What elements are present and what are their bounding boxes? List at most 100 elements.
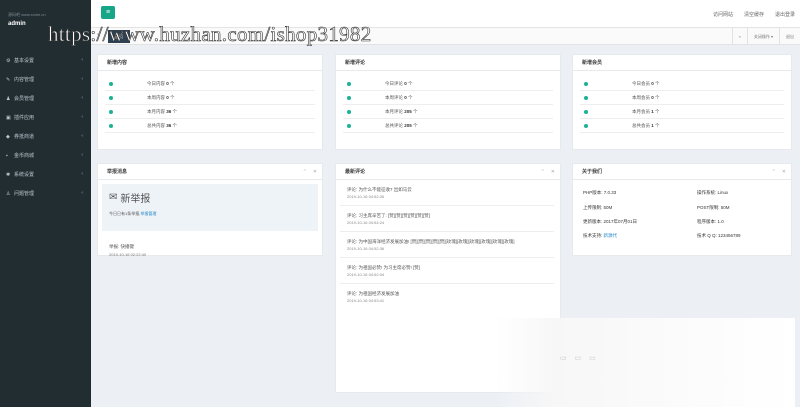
stat-label: 本月会员 bbox=[632, 108, 650, 114]
info-label: 技术支持: bbox=[583, 233, 603, 238]
info-label: 程序版本: bbox=[697, 219, 717, 224]
visit-site-link[interactable]: 访问网站 bbox=[713, 11, 733, 18]
stat-text: 今日评论 0 个 bbox=[385, 81, 413, 87]
report-item[interactable]: 举报: 快播键 2019-10-16 02:22:40 bbox=[98, 231, 322, 257]
report-manage-link[interactable]: 举报管理 bbox=[140, 211, 156, 216]
stat-row: 总共会员 1 个 bbox=[580, 119, 784, 133]
stat-list: 今日评论 0 个 本周评论 0 个 本月评论 205 个 总共评论 205 个 bbox=[336, 71, 560, 133]
sidebar-item-content[interactable]: ✎ 内容管理 ‹ bbox=[0, 70, 91, 89]
info-value: 1.0 bbox=[717, 219, 724, 224]
comment-item[interactable]: 评论: 为什么不能征收7 出如马云 2019-10-16 04:52:26 bbox=[340, 180, 554, 206]
sidebar-item-label: 插件应用 bbox=[14, 115, 35, 121]
support-link[interactable]: 新源代 bbox=[604, 233, 618, 238]
update-version: 更新版本: 2017年07月01日 bbox=[583, 219, 637, 225]
comment-item[interactable]: 评论: 习主席辛苦了: [赞][赞][赞][赞][赞][赞] 2019-10-16… bbox=[340, 206, 554, 232]
comment-item[interactable]: 评论: 为祖国必赞! 为习主席必赞! [赞] 2019-10-16 04:52:0… bbox=[340, 258, 554, 284]
status-dot-icon bbox=[109, 123, 113, 128]
stat-row: 本周会员 0 个 bbox=[580, 91, 784, 105]
info-value: Linux bbox=[717, 190, 729, 195]
username[interactable]: admin bbox=[8, 21, 91, 27]
stat-label: 总共内容 bbox=[147, 122, 165, 128]
stat-unit: 个 bbox=[172, 122, 178, 128]
logout-link[interactable]: 退出登录 bbox=[775, 11, 795, 18]
chevron-left-icon: ‹ bbox=[81, 114, 83, 120]
status-dot-icon bbox=[347, 109, 351, 114]
envelope-icon: ✉ bbox=[109, 192, 118, 203]
stat-row: 本周评论 0 个 bbox=[343, 91, 553, 105]
comment-text: 评论: 为中国海洋经济发展加油! [赞][赞][赞][赞][赞][玫瑰][玫瑰]… bbox=[347, 239, 515, 244]
status-dot-icon bbox=[347, 95, 351, 100]
status-dot-icon bbox=[109, 109, 113, 114]
collapse-icon[interactable]: ⌃ bbox=[303, 164, 307, 180]
about-info: PHP版本: 7.0.33 操作系统: Linux 上传限制: 50M POST… bbox=[573, 180, 791, 238]
tech-qq: 技术 Q Q: 123456789 bbox=[697, 233, 741, 239]
stat-text: 总共会员 1 个 bbox=[632, 123, 660, 129]
tab-next-icon[interactable]: » bbox=[731, 28, 747, 45]
tag-icon: ◆ bbox=[6, 133, 10, 140]
info-value: 2017年07月01日 bbox=[603, 219, 638, 224]
exit-button[interactable]: 退出 bbox=[779, 28, 800, 45]
tech-support: 技术支持: 新源代 bbox=[583, 233, 617, 239]
comment-item[interactable]: 评论: 为中国海洋经济发展加油! [赞][赞][赞][赞][赞][玫瑰][玫瑰]… bbox=[340, 232, 554, 258]
stat-value: 36 bbox=[166, 108, 172, 114]
sidebar-item-questions[interactable]: ♙ 问题管理 ‹ bbox=[0, 184, 91, 203]
close-operations-dropdown[interactable]: 关闭操作 ▾ bbox=[746, 28, 779, 45]
stat-row: 今日评论 0 个 bbox=[343, 77, 553, 91]
gear-icon: ⚙ bbox=[6, 57, 11, 64]
comment-item[interactable]: 评论: 为祖国经济发展加油 2019-10-16 04:53:41 bbox=[340, 284, 554, 309]
comment-stats-panel: 新增评论 今日评论 0 个 本周评论 0 个 本月评论 205 个 总共评论 2… bbox=[335, 54, 561, 150]
info-value: 123456789 bbox=[718, 233, 741, 238]
stat-label: 今日会员 bbox=[632, 80, 650, 86]
sidebar-item-label: 券抵商道 bbox=[14, 134, 35, 140]
sidebar-item-label: 会员管理 bbox=[14, 96, 35, 102]
sidebar-item-plugins[interactable]: ▣ 插件应用 ‹ bbox=[0, 108, 91, 127]
clear-cache-link[interactable]: 清空缓存 bbox=[744, 11, 764, 18]
comment-time: 2019-10-16 04:54:24 bbox=[347, 220, 385, 225]
comment-text: 评论: 为祖国必赞! 为习主席必赞! [赞] bbox=[347, 265, 421, 270]
sidebar-item-basic-settings[interactable]: ⚙ 基本设置 ‹ bbox=[0, 51, 91, 70]
comment-text: 评论: 习主席辛苦了: [赞][赞][赞][赞][赞][赞] bbox=[347, 213, 431, 218]
stat-unit: 个 bbox=[408, 94, 413, 100]
sidebar-item-members[interactable]: ♟ 会员管理 ‹ bbox=[0, 89, 91, 108]
comment-text: 评论: 为祖国经济发展加油 bbox=[347, 291, 399, 296]
close-icon[interactable]: ✕ bbox=[313, 164, 317, 180]
stat-unit: 个 bbox=[408, 80, 413, 86]
sidebar-item-system-settings[interactable]: ✱ 系统设置 ‹ bbox=[0, 165, 91, 184]
stat-unit: 个 bbox=[172, 108, 178, 114]
stat-row: 本月会员 1 个 bbox=[580, 105, 784, 119]
top-header: ≡ 访问网站 清空缓存 退出登录 bbox=[91, 0, 800, 28]
stat-value: 36 bbox=[166, 122, 172, 128]
panel-title: 最新评论 bbox=[336, 164, 560, 180]
collapse-icon[interactable]: ⌃ bbox=[541, 164, 545, 180]
sidebar-item-label: 基本设置 bbox=[14, 58, 35, 64]
stat-value: 205 bbox=[404, 122, 412, 128]
faded-marks: ▭ ▭ ▭ bbox=[560, 355, 599, 362]
admin-dashboard: 源码吧 www.xxdm.cn admin ⚙ 基本设置 ‹ ✎ 内容管理 ‹ ♟ 会员管… bbox=[0, 0, 800, 407]
member-stats-panel: 新增会员 今日会员 0 个 本周会员 0 个 本月会员 1 个 总共会员 1 个 bbox=[572, 54, 792, 150]
close-icon[interactable]: ✕ bbox=[551, 164, 555, 180]
tab-home[interactable]: 首页 bbox=[108, 30, 130, 43]
sidebar-item-coupons[interactable]: ◆ 券抵商道 ‹ bbox=[0, 127, 91, 146]
stat-value: 0 bbox=[651, 80, 654, 86]
report-subtitle: 今日已有1条举报,举报管理 bbox=[109, 211, 318, 217]
stat-row: 总共内容 36 个 bbox=[105, 119, 315, 133]
stat-unit: 个 bbox=[413, 108, 418, 114]
stat-label: 总共会员 bbox=[632, 122, 650, 128]
panel-title: 关于我们 bbox=[573, 164, 791, 180]
tab-prev-icon[interactable]: « bbox=[97, 32, 100, 38]
stat-unit: 个 bbox=[655, 122, 660, 128]
os-info: 操作系统: Linux bbox=[697, 190, 728, 196]
plugin-icon: ▣ bbox=[6, 114, 11, 121]
close-icon[interactable]: ✕ bbox=[782, 164, 786, 180]
info-label: PHP版本: bbox=[583, 190, 603, 195]
sidebar-menu: ⚙ 基本设置 ‹ ✎ 内容管理 ‹ ♟ 会员管理 ‹ ▣ 插件应用 ‹ ◆ 券抵商道 ‹ ▪ 金币商城… bbox=[0, 51, 91, 203]
menu-toggle-button[interactable]: ≡ bbox=[101, 6, 115, 19]
sidebar-item-coin-mall[interactable]: ▪ 金币商城 ‹ bbox=[0, 146, 91, 165]
comment-time: 2019-10-16 04:52:36 bbox=[347, 246, 385, 251]
stat-text: 本月会员 1 个 bbox=[632, 109, 660, 115]
chevron-left-icon: ‹ bbox=[81, 76, 83, 82]
collapse-icon[interactable]: ⌃ bbox=[772, 164, 776, 180]
chevron-left-icon: ‹ bbox=[81, 133, 83, 139]
stat-label: 今日内容 bbox=[147, 80, 165, 86]
stat-text: 今日内容 0 个 bbox=[147, 81, 175, 87]
